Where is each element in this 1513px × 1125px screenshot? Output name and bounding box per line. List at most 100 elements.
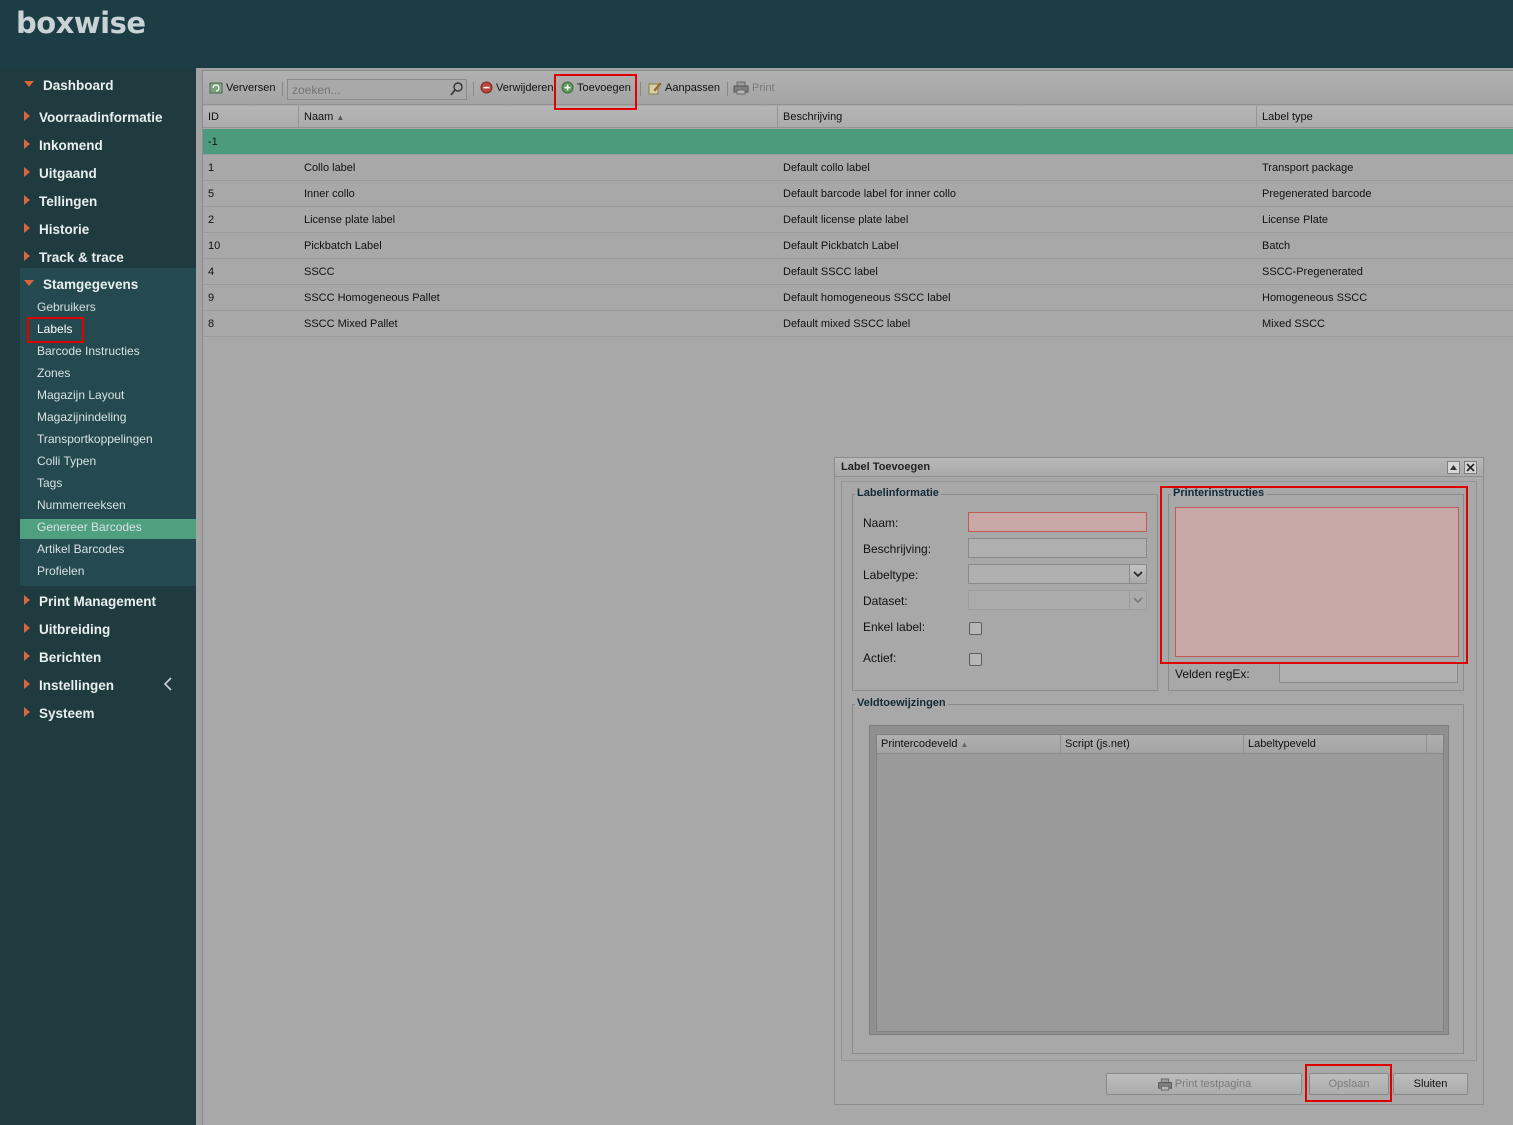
cell-beschrijving: Default Pickbatch Label [783, 240, 899, 252]
cell-id: 8 [208, 318, 215, 330]
table-row[interactable]: 2 License plate label Default license pl… [203, 207, 1513, 233]
nav-systeem[interactable]: Systeem [24, 706, 95, 721]
cell-naam: Collo label [304, 162, 356, 174]
refresh-button[interactable]: Verversen [209, 81, 276, 95]
nav-uitbreiding[interactable]: Uitbreiding [24, 622, 110, 637]
column-header-script[interactable]: Script (js.net) [1061, 735, 1244, 754]
naam-input[interactable] [968, 512, 1147, 532]
column-header-id[interactable]: ID [203, 106, 299, 128]
table-row-selected[interactable]: -1 [203, 129, 1513, 155]
cell-label-type: Mixed SSCC [1262, 318, 1325, 330]
cell-naam: License plate label [304, 214, 396, 226]
column-header-printercodeveld[interactable]: Printercodeveld ▲ [877, 735, 1061, 754]
chevron-down-icon[interactable] [1129, 565, 1146, 583]
table-row[interactable]: 9 SSCC Homogeneous Pallet Default homoge… [203, 285, 1513, 311]
sluiten-button[interactable]: Sluiten [1393, 1073, 1468, 1095]
grid-toolbar: Verversen Verwijderen Toevoegen Aanpasse… [203, 71, 1513, 105]
submenu-colli-typen[interactable]: Colli Typen [37, 454, 96, 468]
nav-inkomend[interactable]: Inkomend [24, 138, 103, 153]
submenu-gebruikers[interactable]: Gebruikers [37, 300, 96, 314]
column-header-naam[interactable]: Naam ▲ [299, 106, 778, 128]
labelinformatie-legend: Labelinformatie [855, 487, 941, 499]
submenu-profielen[interactable]: Profielen [37, 564, 84, 578]
nav-stamgegevens[interactable]: Stamgegevens [24, 277, 138, 292]
dialog-titlebar[interactable]: Label Toevoegen [835, 458, 1483, 477]
edit-button[interactable]: Aanpassen [648, 81, 720, 95]
submenu-tags[interactable]: Tags [37, 476, 62, 490]
column-header-label-type[interactable]: Label type [1257, 106, 1513, 128]
veldtoewijzingen-grid: Printercodeveld ▲ Script (js.net) Labelt… [869, 725, 1449, 1035]
cell-naam: Inner collo [304, 188, 355, 200]
print-button[interactable]: Print [733, 81, 775, 95]
table-row[interactable]: 8 SSCC Mixed Pallet Default mixed SSCC l… [203, 311, 1513, 337]
cell-beschrijving: Default collo label [783, 162, 870, 174]
labeltype-select[interactable] [968, 564, 1147, 584]
table-row[interactable]: 4 SSCC Default SSCC label SSCC-Pregenera… [203, 259, 1513, 285]
nav-uitgaand[interactable]: Uitgaand [24, 166, 97, 181]
search-input[interactable] [287, 79, 467, 100]
printerinstructies-fieldset: Printerinstructies Velden regEx: [1168, 487, 1464, 691]
cell-id: 5 [208, 188, 215, 200]
enkel-label-checkbox[interactable] [969, 622, 982, 635]
labelinformatie-fieldset: Labelinformatie Naam: Beschrijving: Labe… [852, 487, 1158, 691]
nav-historie[interactable]: Historie [24, 222, 89, 237]
table-row[interactable]: 1 Collo label Default collo label Transp… [203, 155, 1513, 181]
submenu-magazijn-layout[interactable]: Magazijn Layout [37, 388, 124, 402]
caret-right-icon [24, 251, 30, 262]
cell-id: -1 [208, 136, 218, 148]
column-header-labeltypeveld[interactable]: Labeltypeveld [1244, 735, 1427, 754]
chevron-down-icon[interactable] [1129, 591, 1146, 609]
veldtoewijzingen-fieldset: Veldtoewijzingen Printercodeveld ▲ Scrip… [852, 697, 1464, 1054]
printerinstructies-textarea[interactable] [1175, 507, 1459, 657]
delete-button[interactable]: Verwijderen [480, 81, 553, 94]
table-row[interactable]: 5 Inner collo Default barcode label for … [203, 181, 1513, 207]
remove-icon [480, 81, 493, 94]
column-header-beschrijving[interactable]: Beschrijving [778, 106, 1257, 128]
submenu-transportkoppelingen[interactable]: Transportkoppelingen [37, 432, 153, 446]
toolbar-separator [282, 82, 283, 96]
nav-dashboard[interactable]: Dashboard [24, 78, 114, 93]
caret-right-icon [24, 167, 30, 178]
dataset-label: Dataset: [863, 594, 908, 608]
printer-icon [1157, 1078, 1172, 1091]
collapse-sidebar-icon[interactable] [162, 676, 174, 692]
table-row[interactable]: 10 Pickbatch Label Default Pickbatch Lab… [203, 233, 1513, 259]
cell-beschrijving: Default homogeneous SSCC label [783, 292, 951, 304]
velden-regex-input[interactable] [1279, 663, 1458, 683]
cell-beschrijving: Default license plate label [783, 214, 909, 226]
cell-naam: SSCC Mixed Pallet [304, 318, 398, 330]
nav-voorraadinformatie[interactable]: Voorraadinformatie [24, 110, 163, 125]
submenu-nummerreeksen[interactable]: Nummerreeksen [37, 498, 126, 512]
dataset-select[interactable] [968, 590, 1147, 610]
opslaan-button[interactable]: Opslaan [1309, 1073, 1389, 1095]
toolbar-separator [727, 82, 728, 96]
nav-instellingen[interactable]: Instellingen [24, 678, 114, 693]
veldtoewijzingen-grid-header: Printercodeveld ▲ Script (js.net) Labelt… [877, 735, 1443, 754]
submenu-labels[interactable]: Labels [37, 322, 72, 336]
nav-tellingen[interactable]: Tellingen [24, 194, 97, 209]
nav-track-trace[interactable]: Track & trace [24, 250, 124, 265]
submenu-genereer-barcodes[interactable]: Genereer Barcodes [37, 520, 142, 534]
add-button[interactable]: Toevoegen [561, 81, 631, 94]
submenu-barcode-instructies[interactable]: Barcode Instructies [37, 344, 140, 358]
actief-checkbox[interactable] [969, 653, 982, 666]
cell-beschrijving: Default SSCC label [783, 266, 878, 278]
sidebar: Dashboard Voorraadinformatie Inkomend Ui… [0, 68, 196, 1125]
beschrijving-input[interactable] [968, 538, 1147, 558]
submenu-zones[interactable]: Zones [37, 366, 70, 380]
cell-beschrijving [778, 129, 783, 155]
submenu-magazijnindeling[interactable]: Magazijnindeling [37, 410, 126, 424]
collapse-dialog-button[interactable] [1447, 461, 1460, 474]
print-testpagina-button[interactable]: Print testpagina [1106, 1073, 1302, 1095]
close-dialog-button[interactable] [1464, 461, 1477, 474]
submenu-artikel-barcodes[interactable]: Artikel Barcodes [37, 542, 124, 556]
caret-down-icon [24, 280, 34, 287]
cell-label-type: Pregenerated barcode [1262, 188, 1372, 200]
caret-right-icon [24, 707, 30, 718]
search-icon[interactable] [449, 80, 466, 99]
naam-label: Naam: [863, 516, 899, 530]
caret-right-icon [24, 111, 30, 122]
nav-berichten[interactable]: Berichten [24, 650, 101, 665]
nav-print-management[interactable]: Print Management [24, 594, 156, 609]
app-logo[interactable]: boxwise [16, 6, 146, 40]
